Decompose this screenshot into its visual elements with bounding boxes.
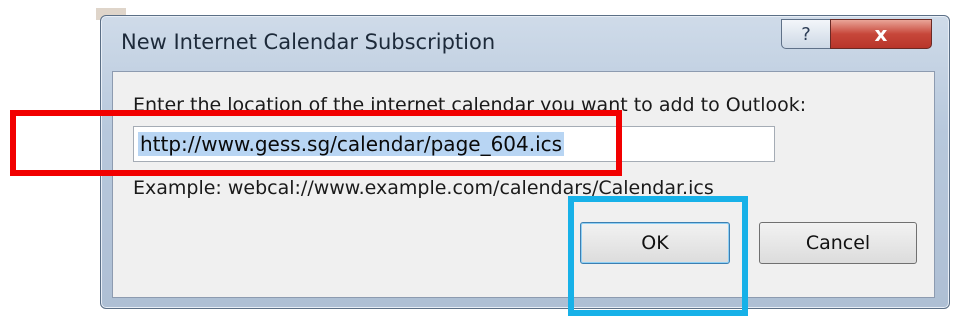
close-button[interactable]: x bbox=[830, 19, 932, 49]
dialog-body: Enter the location of the internet calen… bbox=[112, 71, 935, 298]
help-icon: ? bbox=[801, 23, 811, 45]
close-icon: x bbox=[874, 22, 888, 46]
help-button[interactable]: ? bbox=[781, 19, 831, 49]
ok-highlight-box bbox=[568, 196, 748, 316]
cancel-button[interactable]: Cancel bbox=[759, 222, 917, 264]
dialog-title: New Internet Calendar Subscription bbox=[121, 30, 496, 54]
url-highlight-box bbox=[10, 110, 622, 176]
